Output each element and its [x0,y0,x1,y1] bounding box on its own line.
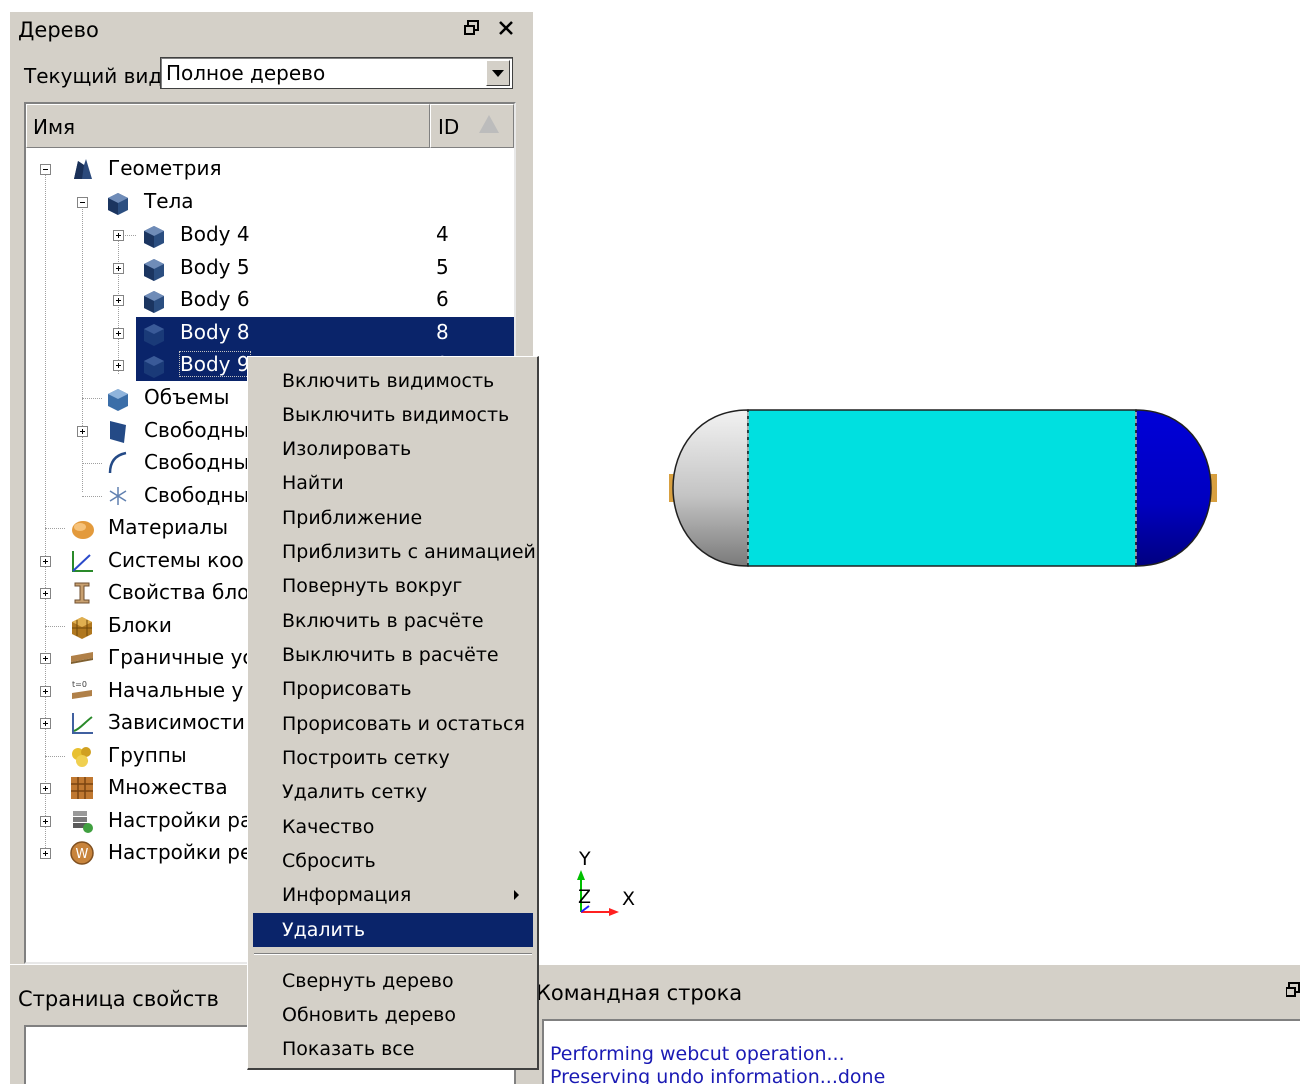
expand-icon[interactable] [113,328,124,339]
menu-item-hide-visibility[interactable]: Выключить видимость [253,398,533,432]
tank-model[interactable] [533,0,1300,965]
axis-label-y: Y [579,848,591,870]
body-cube-icon [144,324,164,346]
left-end-cap [672,409,749,567]
expand-icon[interactable] [40,718,51,729]
expand-icon[interactable] [40,588,51,599]
material-icon [72,521,94,539]
column-header-id[interactable]: ID [430,104,514,148]
expand-icon[interactable] [40,556,51,567]
menu-item-reset[interactable]: Сбросить [253,844,533,878]
body-cube-icon [144,356,164,378]
tree-dock-title: Дерево [18,18,99,42]
tree-item-body-4[interactable]: Body 4 4 [26,219,516,251]
float-window-icon[interactable] [460,14,484,42]
command-line-title: Командная строка [536,981,743,1005]
current-view-value: Полное дерево [166,61,326,85]
menu-item-collapse-tree[interactable]: Свернуть дерево [253,964,533,998]
menu-item-include-in-calc[interactable]: Включить в расчёте [253,604,533,638]
cylinder-body [747,409,1137,567]
menu-item-show-all[interactable]: Показать все [253,1032,533,1066]
group-icon [72,747,91,767]
volume-cube-icon [108,389,128,411]
menu-item-zoom-animated[interactable]: Приблизить с анимацией [253,535,536,569]
menu-item-information[interactable]: Информация [253,878,533,912]
face-icon [110,421,126,443]
command-line-dock: Командная строка Performing webcut opera… [533,965,1300,1084]
expand-icon[interactable] [113,295,124,306]
expand-icon[interactable] [77,426,88,437]
expand-icon[interactable] [113,360,124,371]
collapse-icon[interactable] [40,164,51,175]
body-cube-icon [144,259,164,281]
menu-separator [254,953,532,955]
initial-condition-icon: t=0 [72,680,92,699]
expand-icon[interactable] [40,816,51,827]
property-page-title: Страница свойств [18,987,219,1011]
vertex-icon [109,487,127,505]
axis-label-x: X [622,888,636,910]
svg-text:W: W [76,847,89,862]
body-cube-icon [108,193,128,215]
submenu-arrow-icon [514,890,519,900]
expand-icon[interactable] [113,263,124,274]
menu-item-isolate[interactable]: Изолировать [253,432,533,466]
tree-item-bodies[interactable]: Тела [26,186,516,218]
menu-item-delete[interactable]: Удалить [253,913,533,947]
command-output-line: Performing webcut operation... [550,1043,845,1065]
menu-item-draw[interactable]: Прорисовать [253,672,533,706]
collapse-icon[interactable] [77,197,88,208]
geometry-icon [74,159,92,179]
graphics-viewport[interactable]: Y Z X [533,0,1300,965]
current-view-label: Текущий вид [24,64,163,88]
command-output[interactable]: Performing webcut operation... Preservin… [542,1019,1300,1084]
settings-stack-icon [73,811,93,833]
menu-item-refresh-tree[interactable]: Обновить дерево [253,998,533,1032]
result-settings-icon: W [70,841,94,865]
column-header-name-label: Имя [33,115,76,139]
column-header-id-label: ID [438,115,460,139]
menu-item-exclude-from-calc[interactable]: Выключить в расчёте [253,638,533,672]
body-cube-icon [144,291,164,313]
command-output-line: Preserving undo information...done [550,1066,886,1084]
close-icon[interactable] [494,14,518,42]
tree-item-body-5[interactable]: Body 5 5 [26,252,516,284]
current-view-select[interactable]: Полное дерево [160,57,513,89]
chevron-down-icon[interactable] [486,60,510,86]
right-end-cap [1135,409,1212,567]
boundary-condition-icon [71,652,93,664]
expand-icon[interactable] [40,653,51,664]
menu-item-delete-mesh[interactable]: Удалить сетку [253,775,533,809]
set-grid-icon [71,777,93,799]
menu-item-draw-and-stay[interactable]: Прорисовать и остаться [253,707,533,741]
menu-item-find[interactable]: Найти [253,466,533,500]
menu-item-rotate-around[interactable]: Повернуть вокруг [253,569,533,603]
expand-icon[interactable] [40,686,51,697]
column-header-name[interactable]: Имя [26,104,430,148]
i-beam-icon [74,582,90,604]
expand-icon[interactable] [40,848,51,859]
tree-item-geometry[interactable]: Геометрия [26,153,516,185]
menu-item-show-visibility[interactable]: Включить видимость [253,364,533,398]
menu-item-zoom[interactable]: Приближение [253,501,533,535]
svg-text:t=0: t=0 [72,680,87,689]
graph-icon [72,713,93,734]
sort-ascending-icon [479,115,499,133]
tree-item-body-8[interactable]: Body 8 8 [26,317,516,349]
coordinate-system-icon [72,551,93,572]
body-cube-icon [144,226,164,248]
curve-icon [108,451,127,474]
context-menu[interactable]: Включить видимость Выключить видимость И… [247,356,539,1070]
tree-item-body-6[interactable]: Body 6 6 [26,284,516,316]
menu-item-build-mesh[interactable]: Построить сетку [253,741,533,775]
block-icon [72,617,92,639]
axis-label-z: Z [578,886,592,908]
expand-icon[interactable] [40,783,51,794]
menu-item-quality[interactable]: Качество [253,810,533,844]
float-window-icon[interactable] [1285,979,1300,1003]
expand-icon[interactable] [113,230,124,241]
